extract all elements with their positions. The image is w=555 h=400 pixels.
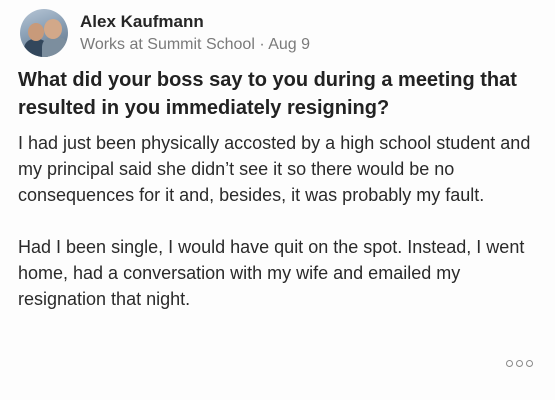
- post-date[interactable]: Aug 9: [268, 36, 310, 53]
- answer-paragraph: Had I been single, I would have quit on …: [18, 237, 525, 309]
- answer-header: Alex Kaufmann Works at Summit School · A…: [20, 8, 310, 58]
- author-meta: Alex Kaufmann Works at Summit School · A…: [80, 11, 310, 56]
- answer-body: I had just been physically accosted by a…: [18, 130, 543, 312]
- meta-separator: ·: [259, 35, 265, 53]
- answer-paragraph: I had just been physically accosted by a…: [18, 133, 531, 205]
- dot: [506, 360, 513, 367]
- avatar[interactable]: [20, 9, 68, 57]
- avatar-face: [28, 23, 44, 41]
- author-subline: Works at Summit School · Aug 9: [80, 34, 310, 56]
- avatar-figure: [42, 37, 68, 57]
- more-options-icon[interactable]: [506, 360, 533, 367]
- avatar-face: [44, 19, 62, 39]
- question-title[interactable]: What did your boss say to you during a m…: [18, 66, 538, 122]
- author-credential[interactable]: Works at Summit School: [80, 36, 255, 53]
- author-name[interactable]: Alex Kaufmann: [80, 11, 310, 33]
- answer-card: Alex Kaufmann Works at Summit School · A…: [0, 0, 555, 400]
- dot: [526, 360, 533, 367]
- dot: [516, 360, 523, 367]
